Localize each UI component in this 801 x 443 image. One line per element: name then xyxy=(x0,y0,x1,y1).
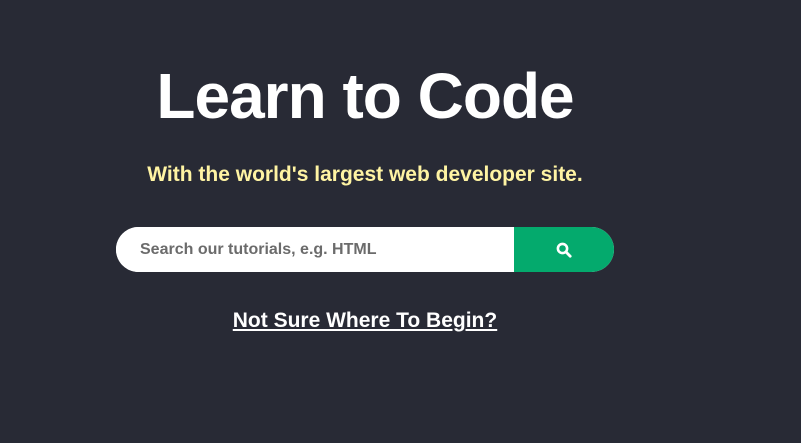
hero-section: Learn to Code With the world's largest w… xyxy=(0,0,801,443)
page-title: Learn to Code xyxy=(156,60,574,132)
search-bar xyxy=(116,227,614,272)
search-input[interactable] xyxy=(116,227,514,272)
hero-subtitle: With the world's largest web developer s… xyxy=(147,163,583,186)
search-icon xyxy=(556,242,572,258)
not-sure-where-to-begin-link[interactable]: Not Sure Where To Begin? xyxy=(0,306,730,336)
search-button[interactable] xyxy=(514,227,614,272)
